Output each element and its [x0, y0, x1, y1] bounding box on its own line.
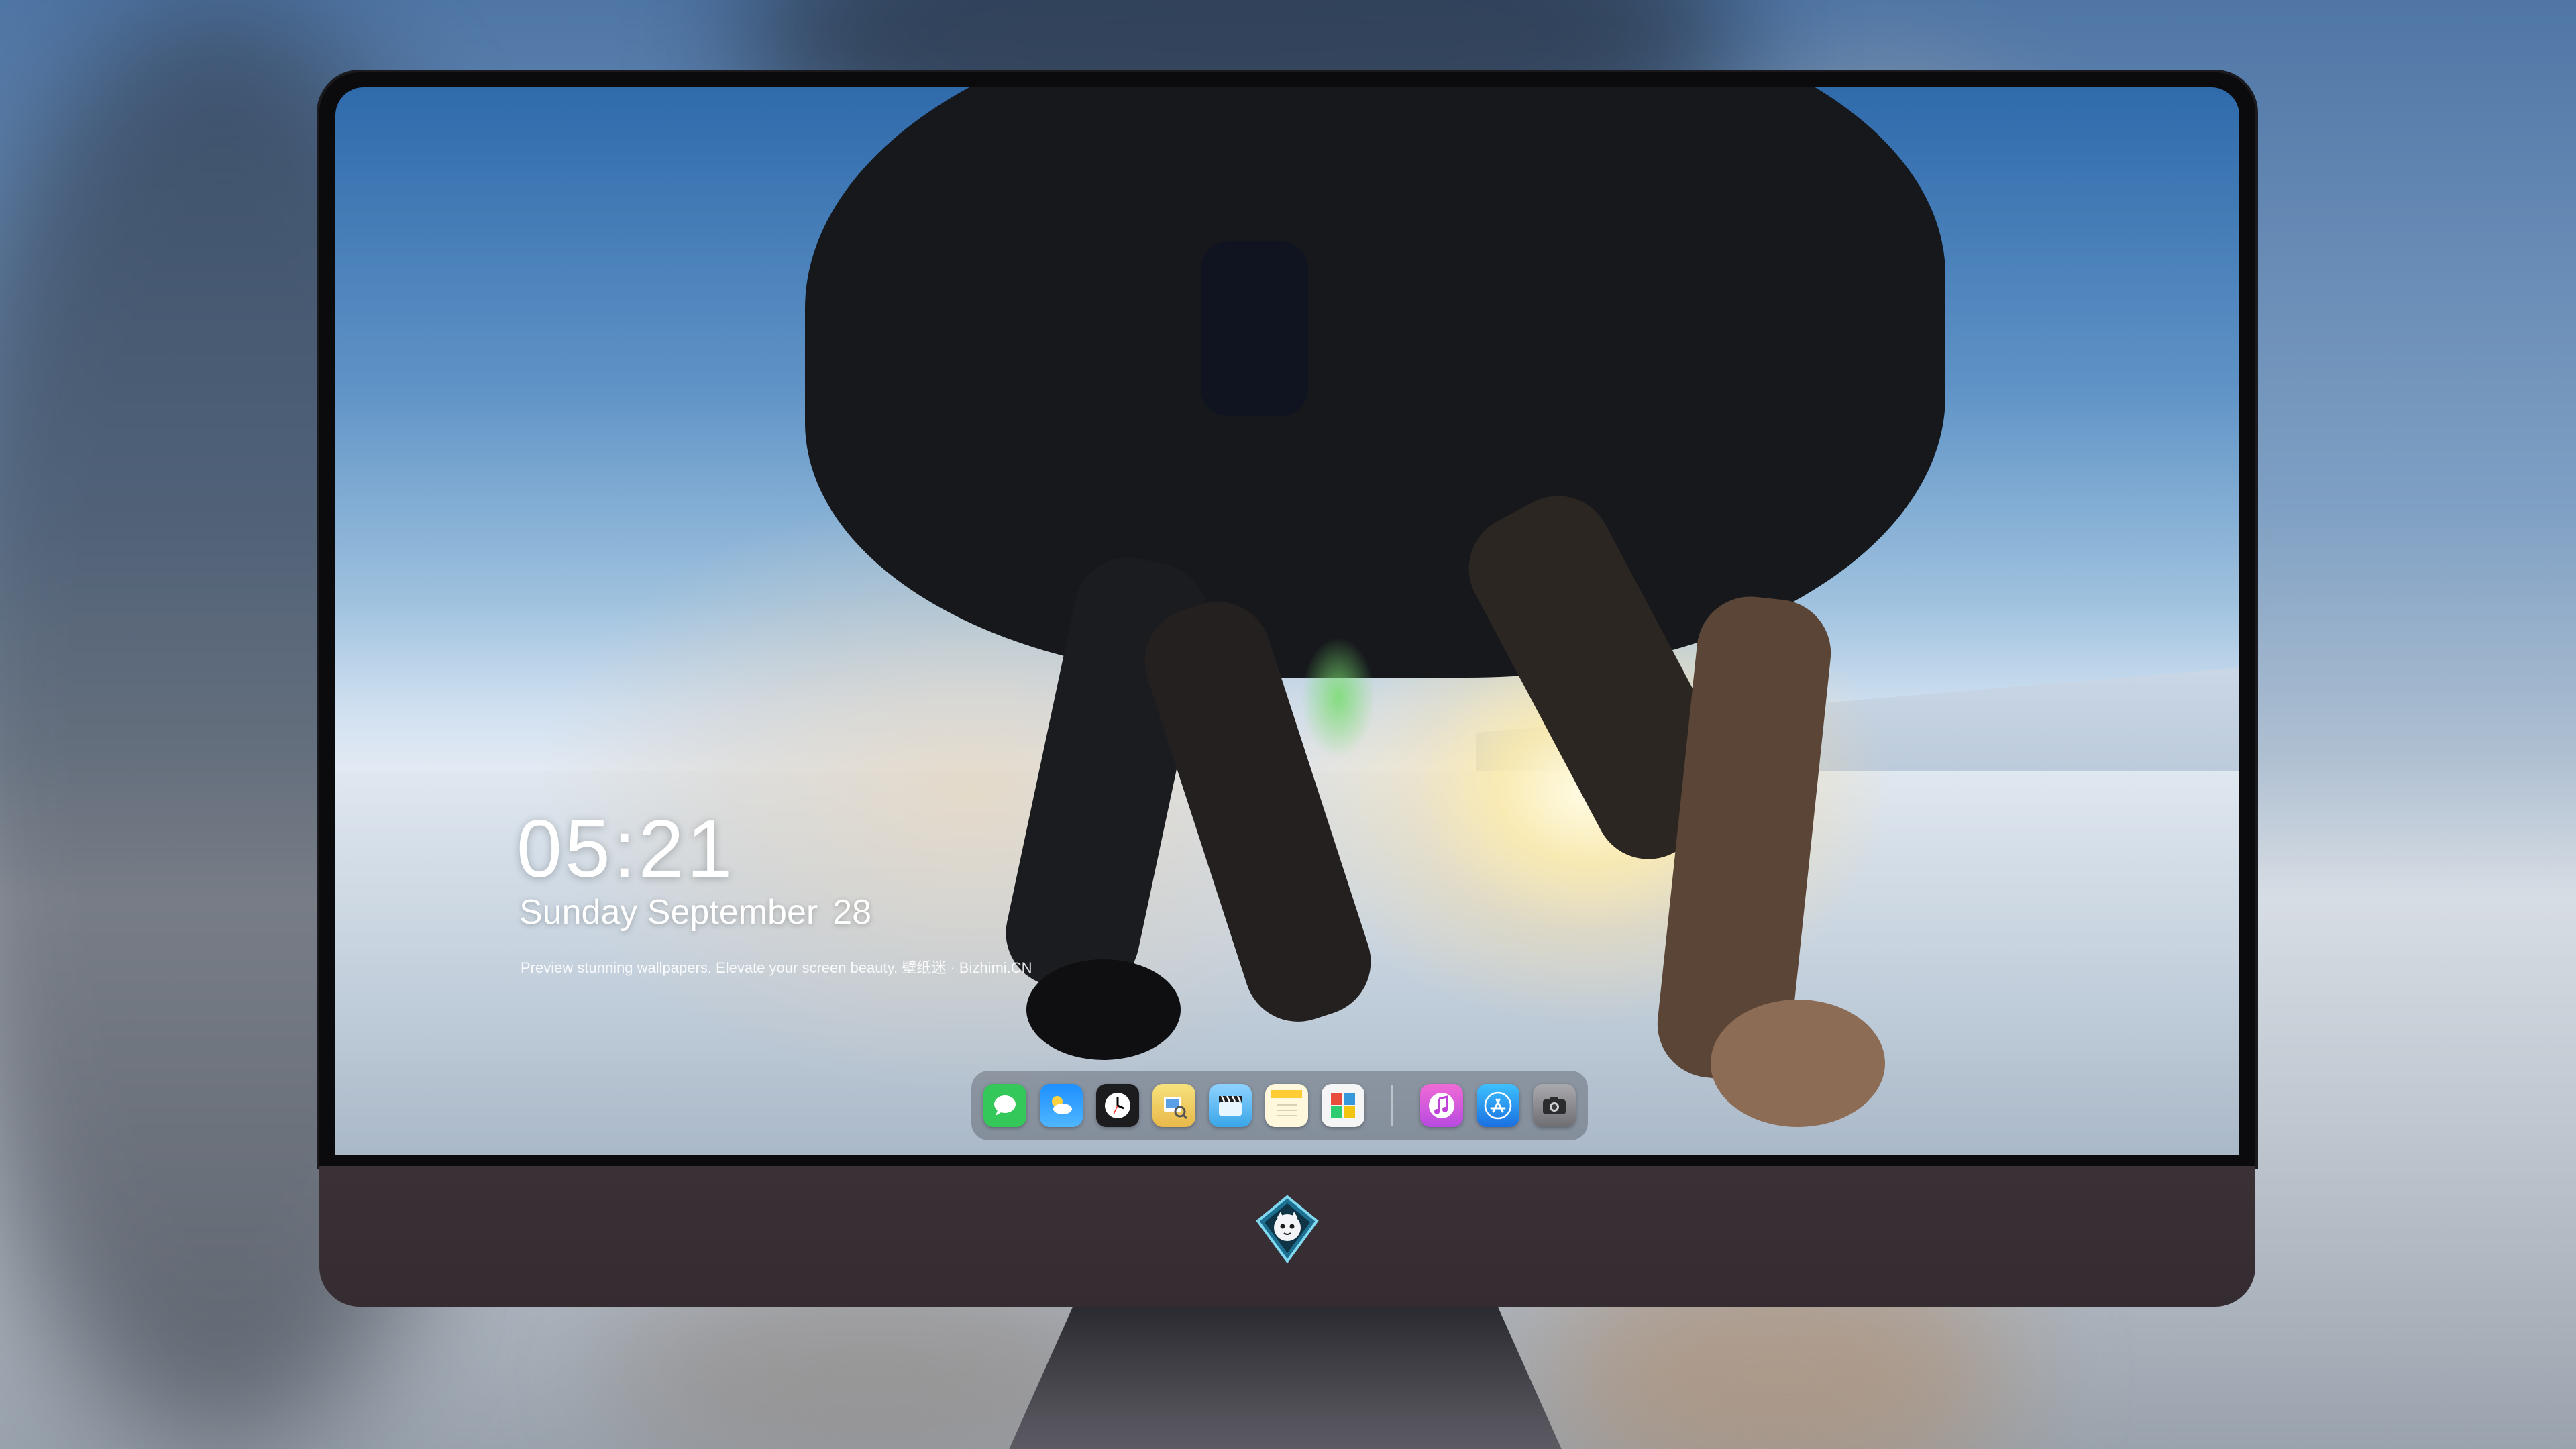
photo-booth-icon[interactable] [1322, 1084, 1364, 1127]
date-day: 28 [833, 893, 872, 932]
weather-icon[interactable] [1040, 1084, 1083, 1127]
music-icon[interactable] [1420, 1084, 1463, 1127]
wallpaper-tagline: Preview stunning wallpapers. Elevate you… [521, 959, 1032, 976]
wallpaper-image [335, 87, 2239, 1155]
clock-icon[interactable] [1096, 1084, 1139, 1127]
clips-icon[interactable] [1209, 1084, 1252, 1127]
preview-icon[interactable] [1152, 1084, 1195, 1127]
dock-separator [1391, 1085, 1393, 1126]
lock-screen-date: Sunday September 28 [519, 892, 871, 932]
camera-icon[interactable] [1533, 1084, 1576, 1127]
messages-icon[interactable] [983, 1084, 1026, 1127]
desktop-monitor: 05:21 Sunday September 28 Preview stunnin… [319, 72, 2255, 1449]
notes-icon[interactable] [1265, 1084, 1308, 1127]
lock-screen-clock: 05:21 [517, 803, 735, 894]
monitor-bezel: 05:21 Sunday September 28 Preview stunnin… [319, 72, 2255, 1166]
dock [971, 1071, 1588, 1140]
lock-screen: 05:21 Sunday September 28 Preview stunnin… [335, 87, 2239, 1155]
date-weekday-month: Sunday September [519, 893, 818, 932]
monitor-stand [990, 1307, 1580, 1449]
app-store-icon[interactable] [1477, 1084, 1519, 1127]
bizhimi-mascot-logo-icon [1254, 1194, 1321, 1264]
